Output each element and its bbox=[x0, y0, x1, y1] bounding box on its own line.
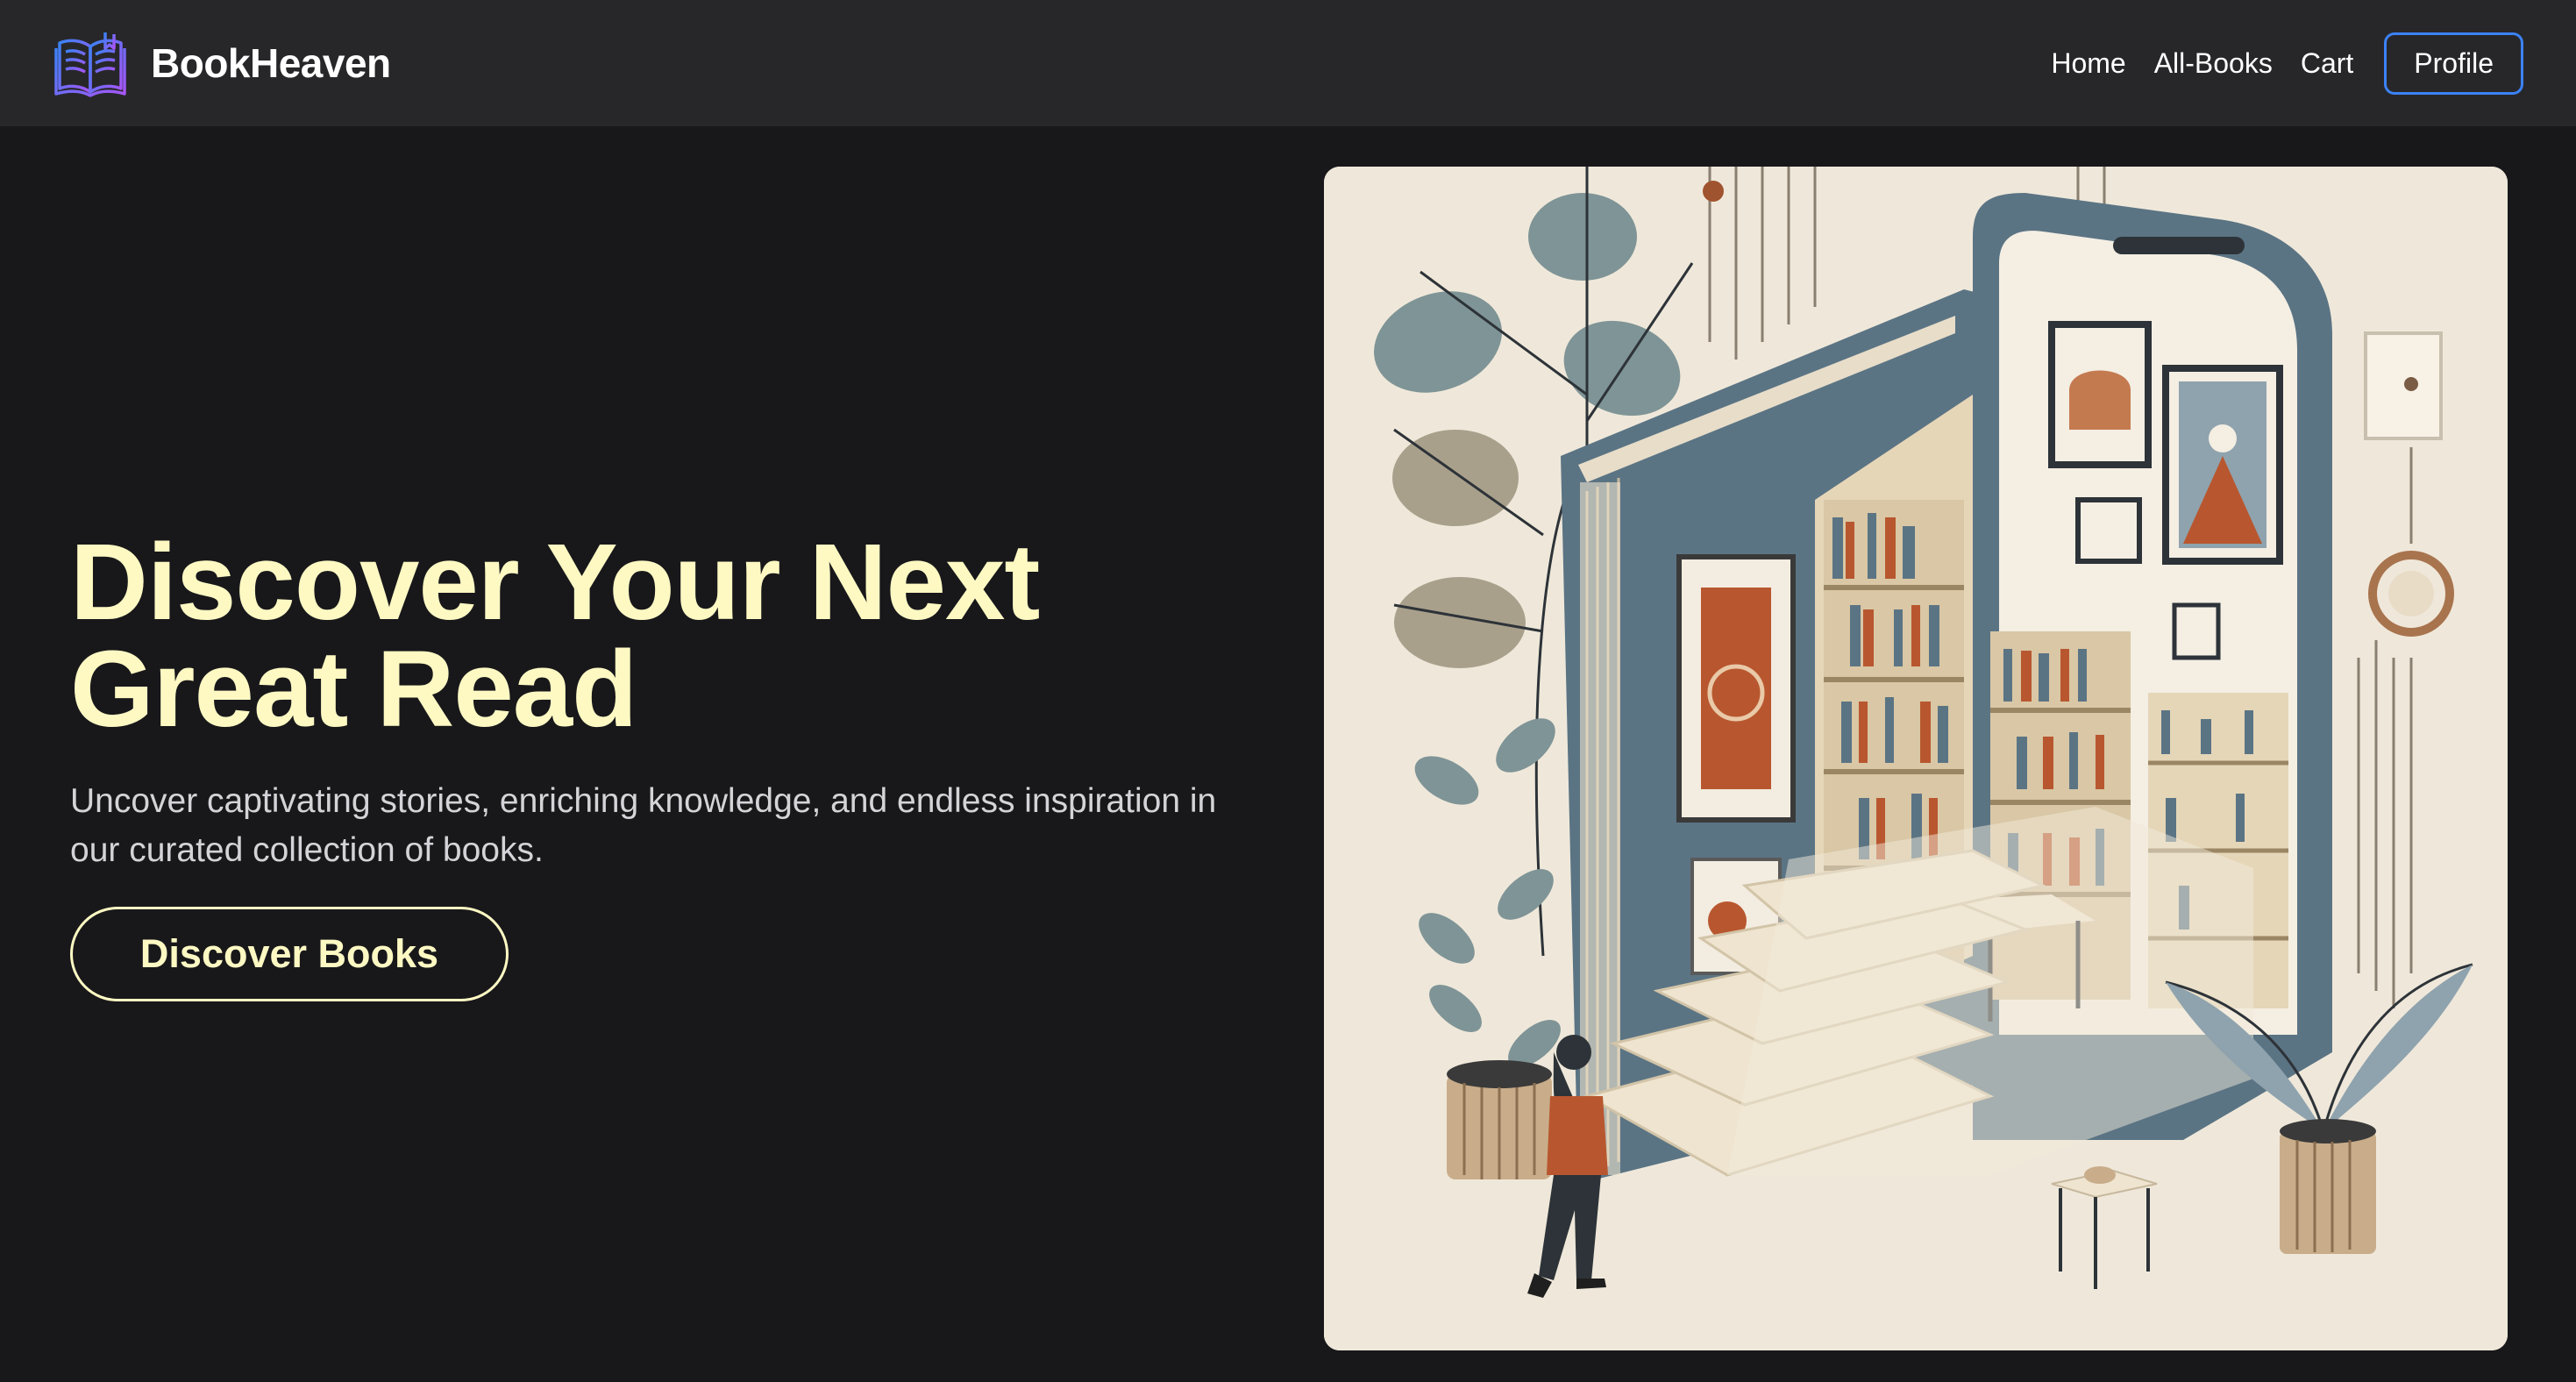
brand[interactable]: BookHeaven bbox=[54, 29, 391, 97]
nav-link-all-books[interactable]: All-Books bbox=[2154, 47, 2273, 80]
hero-title: Discover Your Next Great Read bbox=[70, 523, 1040, 750]
brand-name: BookHeaven bbox=[151, 40, 391, 86]
hero-subtitle: Uncover captivating stories, enriching k… bbox=[70, 782, 1217, 869]
hero-illustration bbox=[1324, 167, 2508, 1350]
profile-button[interactable]: Profile bbox=[2384, 32, 2523, 95]
open-book-icon bbox=[54, 32, 126, 97]
navbar: BookHeaven Home All-Books Cart Profile bbox=[0, 0, 2576, 126]
hero-text: Discover Your Next Great Read Uncover ca… bbox=[70, 523, 1263, 875]
main-nav: Home All-Books Cart Profile bbox=[2051, 32, 2523, 95]
nav-link-home[interactable]: Home bbox=[2051, 47, 2125, 80]
nav-link-cart[interactable]: Cart bbox=[2301, 47, 2353, 80]
discover-books-button[interactable]: Discover Books bbox=[70, 907, 509, 1001]
library-illustration bbox=[1324, 167, 2508, 1350]
